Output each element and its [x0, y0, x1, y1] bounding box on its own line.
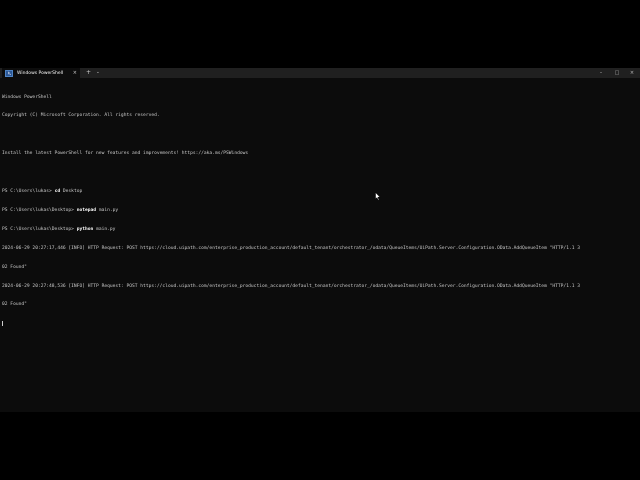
tab-windows-powershell[interactable]: Windows PowerShell × — [2, 68, 80, 78]
terminal-line: PS C:\Users\lukas\Desktop> notepad main.… — [2, 207, 119, 213]
terminal-line: PS C:\Users\lukas\Desktop> python main.p… — [2, 226, 116, 232]
letterbox-top — [0, 0, 640, 68]
terminal-output[interactable]: Windows PowerShell Copyright (C) Microso… — [2, 82, 636, 408]
minimize-button[interactable]: – — [594, 68, 608, 78]
terminal-line: Windows PowerShell — [2, 94, 52, 100]
terminal-line: PS C:\Users\lukas> cd Desktop — [2, 189, 83, 195]
tab-title: Windows PowerShell — [17, 70, 64, 76]
terminal-line: 2024-06-29 20:27:17,446 [INFO] HTTP Requ… — [2, 245, 581, 251]
powershell-icon — [5, 69, 13, 77]
terminal-cursor-line — [2, 321, 636, 327]
terminal-line: 02 Found" — [2, 264, 27, 270]
letterbox-bottom — [0, 412, 640, 480]
new-tab-button[interactable]: + — [86, 68, 91, 78]
tab-close-icon[interactable]: × — [73, 69, 77, 77]
terminal-line: 02 Found" — [2, 302, 27, 308]
terminal-window: Windows PowerShell × + ⌄ – □ × Windows P… — [0, 68, 640, 412]
terminal-line: Copyright (C) Microsoft Corporation. All… — [2, 113, 160, 119]
close-window-button[interactable]: × — [625, 68, 639, 78]
title-bar: Windows PowerShell × + ⌄ – □ × — [0, 68, 640, 78]
terminal-line: Install the latest PowerShell for new fe… — [2, 151, 249, 157]
text-cursor — [2, 321, 3, 327]
tab-dropdown-icon[interactable]: ⌄ — [96, 68, 100, 78]
terminal-line: 2024-06-29 20:27:48,536 [INFO] HTTP Requ… — [2, 283, 581, 289]
maximize-button[interactable]: □ — [610, 68, 624, 78]
mouse-pointer-icon — [375, 186, 381, 205]
